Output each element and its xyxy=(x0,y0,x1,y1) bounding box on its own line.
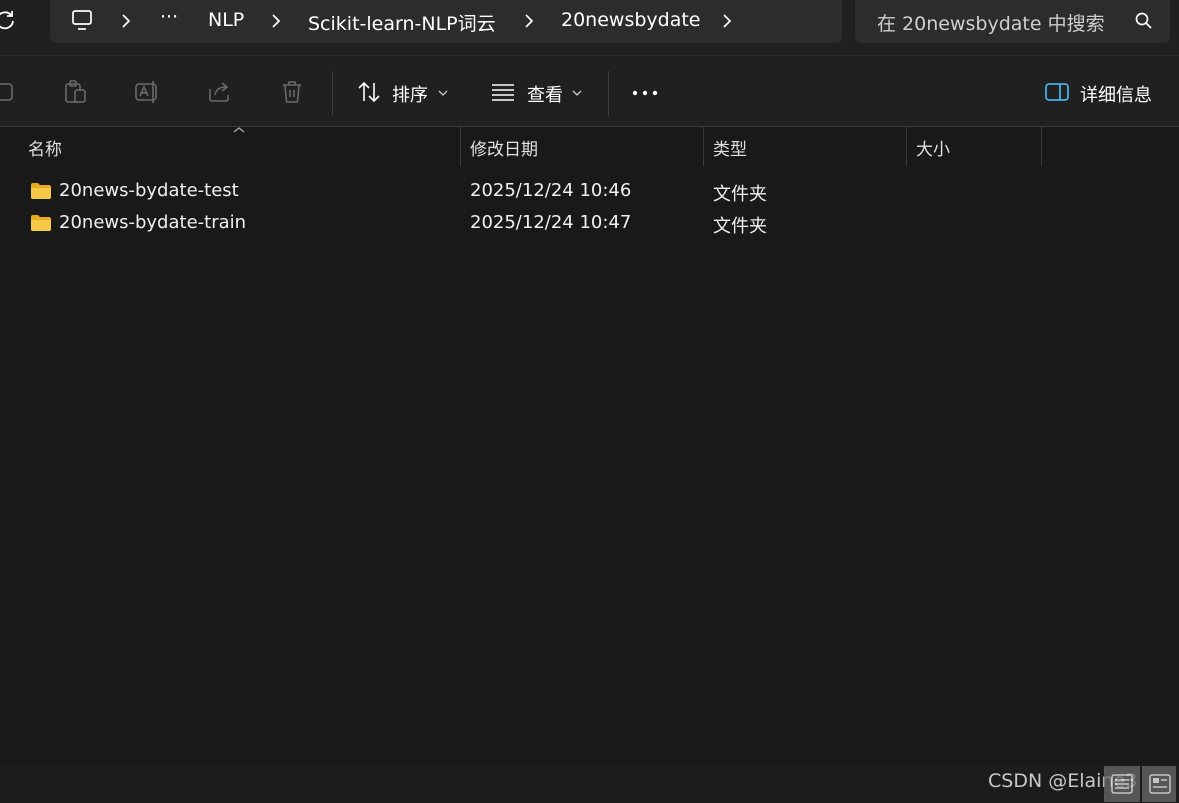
folder-icon xyxy=(31,183,51,199)
file-name[interactable]: 20news-bydate-test xyxy=(59,180,239,201)
column-divider[interactable] xyxy=(1041,127,1042,166)
toolbar-separator xyxy=(608,71,609,116)
column-header-modified[interactable]: 修改日期 xyxy=(470,135,538,160)
column-header-size[interactable]: 大小 xyxy=(916,135,950,160)
divider xyxy=(0,126,1179,127)
breadcrumb-item-scikit[interactable]: Scikit-learn-NLP词云 xyxy=(308,9,496,36)
file-type: 文件夹 xyxy=(713,216,767,237)
breadcrumb-item-20newsbydate[interactable]: 20newsbydate xyxy=(561,9,701,31)
column-divider[interactable] xyxy=(703,127,704,166)
sort-ascending-icon xyxy=(233,127,245,133)
share-icon[interactable] xyxy=(206,79,232,105)
view-button[interactable]: 查看 xyxy=(527,81,563,107)
details-button[interactable]: 详细信息 xyxy=(1080,81,1152,107)
file-name[interactable]: 20news-bydate-train xyxy=(59,212,246,233)
chevron-right-icon[interactable] xyxy=(270,13,282,29)
title-address-bar: ··· NLP Scikit-learn-NLP词云 20newsbydate … xyxy=(0,0,1179,56)
folder-icon xyxy=(31,215,51,231)
sort-button[interactable]: 排序 xyxy=(392,81,428,107)
column-header-name[interactable]: 名称 xyxy=(28,135,62,160)
delete-icon[interactable] xyxy=(279,79,305,105)
column-divider[interactable] xyxy=(906,127,907,166)
column-divider[interactable] xyxy=(460,127,461,166)
toolbar-separator xyxy=(332,71,333,116)
search-icon[interactable] xyxy=(1134,11,1154,31)
details-pane-icon[interactable] xyxy=(1044,79,1070,105)
address-bar[interactable]: ··· NLP Scikit-learn-NLP词云 20newsbydate xyxy=(50,0,842,43)
copy-icon[interactable] xyxy=(0,79,16,105)
command-bar: 排序 查看 详细信息 xyxy=(0,56,1179,126)
file-type: 文件夹 xyxy=(713,184,767,205)
more-icon[interactable] xyxy=(632,79,658,105)
breadcrumb-item-nlp[interactable]: NLP xyxy=(208,9,244,31)
column-header-type[interactable]: 类型 xyxy=(713,135,747,160)
computer-icon[interactable] xyxy=(70,8,94,32)
search-box[interactable]: 在 20newsbydate 中搜索 xyxy=(855,0,1170,43)
search-input[interactable]: 在 20newsbydate 中搜索 xyxy=(877,9,1105,36)
refresh-icon[interactable] xyxy=(0,9,16,31)
list-view-icon[interactable] xyxy=(1104,766,1140,802)
view-icon[interactable] xyxy=(490,79,516,105)
rename-icon[interactable] xyxy=(134,79,160,105)
tiles-view-icon[interactable] xyxy=(1142,766,1176,802)
chevron-down-icon[interactable] xyxy=(438,89,448,97)
paste-icon[interactable] xyxy=(62,79,88,105)
sort-icon[interactable] xyxy=(356,79,382,105)
file-row[interactable]: 20news-bydate-train 2025/12/24 10:47 文件夹 xyxy=(0,208,1179,240)
chevron-right-icon[interactable] xyxy=(120,13,132,29)
file-modified: 2025/12/24 10:47 xyxy=(470,212,632,233)
file-modified: 2025/12/24 10:46 xyxy=(470,180,632,201)
chevron-right-icon[interactable] xyxy=(721,13,733,29)
breadcrumb-overflow[interactable]: ··· xyxy=(160,6,178,28)
chevron-right-icon[interactable] xyxy=(523,13,535,29)
chevron-down-icon[interactable] xyxy=(572,89,582,97)
file-row[interactable]: 20news-bydate-test 2025/12/24 10:46 文件夹 xyxy=(0,176,1179,208)
